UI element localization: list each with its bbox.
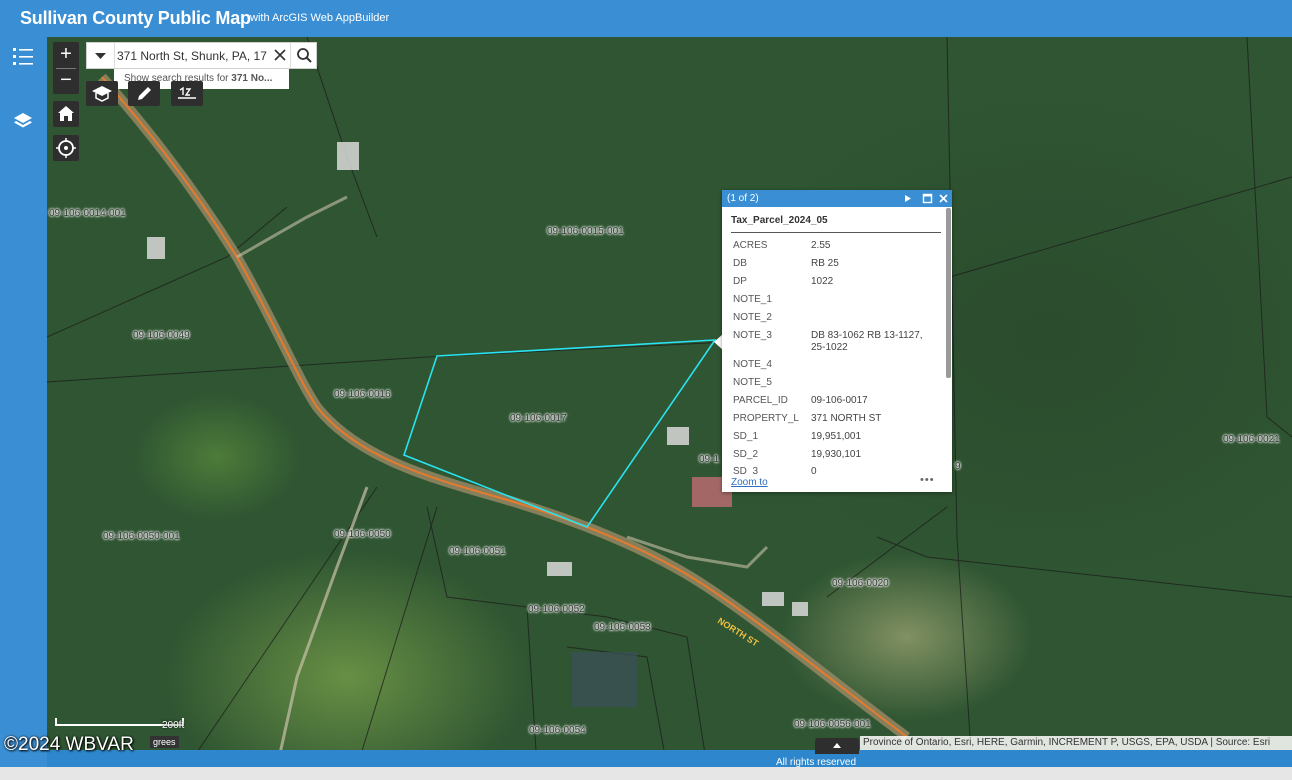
feature-popup: (1 of 2) Tax_Parcel_2024_05 ACRES 2.55 DB… [722, 190, 952, 492]
footer-strip [0, 767, 1292, 780]
field-key: ACRES [733, 240, 768, 251]
map-view[interactable]: 09-106-0014-001 09-106-0015-001 09-106-0… [47, 37, 1292, 767]
field-value: 371 NORTH ST [811, 413, 882, 424]
app-title: Sullivan County Public Map [20, 8, 251, 28]
popup-count: (1 of 2) [727, 193, 759, 204]
field-value: 19,951,001 [811, 431, 862, 442]
field-value: 09-106-0017 [811, 395, 868, 406]
parcel-label: 09-106-0050 [334, 529, 391, 540]
field-value: 1022 [811, 276, 834, 287]
field-key: PROPERTY_L [733, 413, 799, 424]
tool-button-draw[interactable] [128, 81, 160, 106]
field-key: PARCEL_ID [733, 395, 788, 406]
field-key: DB [733, 258, 747, 269]
search-input[interactable] [117, 43, 267, 68]
field-value: 2.55 [811, 240, 831, 251]
caret-down-icon [95, 53, 106, 59]
field-value: RB 25 [811, 258, 839, 269]
parcel-label: 9 [955, 461, 961, 472]
parcel-label: 09-106-0051 [449, 546, 506, 557]
scale-label: 200ft [162, 720, 185, 731]
close-icon[interactable] [938, 193, 949, 204]
field-key: NOTE_3 [733, 330, 772, 341]
zoom-to-link[interactable]: Zoom to [731, 477, 768, 488]
graduation-cap-icon [92, 86, 112, 102]
parcel-label: 09-106-0014-001 [49, 208, 126, 219]
measure-icon [178, 86, 196, 99]
field-value: 19,930,101 [811, 449, 862, 460]
locate-icon [56, 138, 76, 158]
chevron-up-icon [833, 743, 841, 748]
parcel-label: 09-106-0053 [594, 622, 651, 633]
search-icon [297, 48, 312, 63]
field-key: SD_2 [733, 449, 759, 460]
popup-scrollbar[interactable] [946, 208, 951, 378]
zoom-control: + − [53, 42, 79, 94]
parcel-label: 09-106-0049 [133, 330, 190, 341]
suggestion-term: 371 No... [231, 73, 273, 84]
search-widget [86, 42, 317, 69]
field-value: DB 83-1062 RB 13-1127, 25-1022 [811, 330, 923, 353]
search-button[interactable] [290, 43, 318, 68]
parcel-label: 09-1 [699, 454, 720, 465]
watermark: ©2024 WBVAR [4, 734, 134, 755]
clear-search-button[interactable] [270, 45, 290, 65]
tool-button-measure[interactable] [171, 81, 203, 106]
field-key: DP [733, 276, 747, 287]
parcel-label: 09-106-0017 [510, 413, 567, 424]
popup-divider [731, 232, 941, 233]
next-feature-icon[interactable] [903, 193, 913, 204]
tool-button-graduation[interactable] [86, 81, 118, 106]
home-button[interactable] [53, 101, 79, 127]
app-subtitle: with ArcGIS Web AppBuilder [250, 12, 390, 24]
coordinate-readout: grees [150, 736, 179, 748]
left-toolbar [0, 37, 47, 767]
parcel-label: 09-106-0052 [528, 604, 585, 615]
parcel-label: 09-106-0050-001 [103, 531, 180, 542]
pencil-icon [138, 87, 151, 100]
field-key: SD_1 [733, 431, 759, 442]
search-source-dropdown[interactable] [87, 43, 115, 68]
attribution-text: Province of Ontario, Esri, HERE, Garmin,… [860, 736, 1292, 750]
parcel-label: 09-106-0015-001 [547, 226, 624, 237]
attribution-toggle[interactable] [815, 738, 859, 754]
close-icon [274, 49, 286, 61]
maximize-icon[interactable] [922, 193, 933, 204]
parcel-label: 09-106-0054 [529, 725, 586, 736]
app-header: Sullivan County Public Map with ArcGIS W… [0, 0, 1292, 37]
field-key: NOTE_2 [733, 312, 772, 323]
zoom-in-button[interactable]: + [53, 42, 79, 68]
zoom-out-button[interactable]: − [53, 68, 79, 94]
locate-button[interactable] [53, 135, 79, 161]
home-icon [58, 106, 74, 121]
popup-title: Tax_Parcel_2024_05 [731, 215, 828, 226]
field-key: NOTE_5 [733, 377, 772, 388]
layers-icon[interactable] [12, 110, 34, 132]
map-overlay [47, 37, 1292, 767]
popup-header: (1 of 2) [722, 190, 952, 207]
parcel-label: 09-106-0020 [832, 578, 889, 589]
list-icon[interactable] [12, 45, 34, 67]
field-key: NOTE_4 [733, 359, 772, 370]
parcel-label: 09-106-0056-001 [794, 719, 871, 730]
more-actions-button[interactable]: ••• [920, 474, 935, 486]
parcel-label: 09-106-0021 [1223, 434, 1280, 445]
parcel-label: 09-106-0016 [334, 389, 391, 400]
field-key: NOTE_1 [733, 294, 772, 305]
